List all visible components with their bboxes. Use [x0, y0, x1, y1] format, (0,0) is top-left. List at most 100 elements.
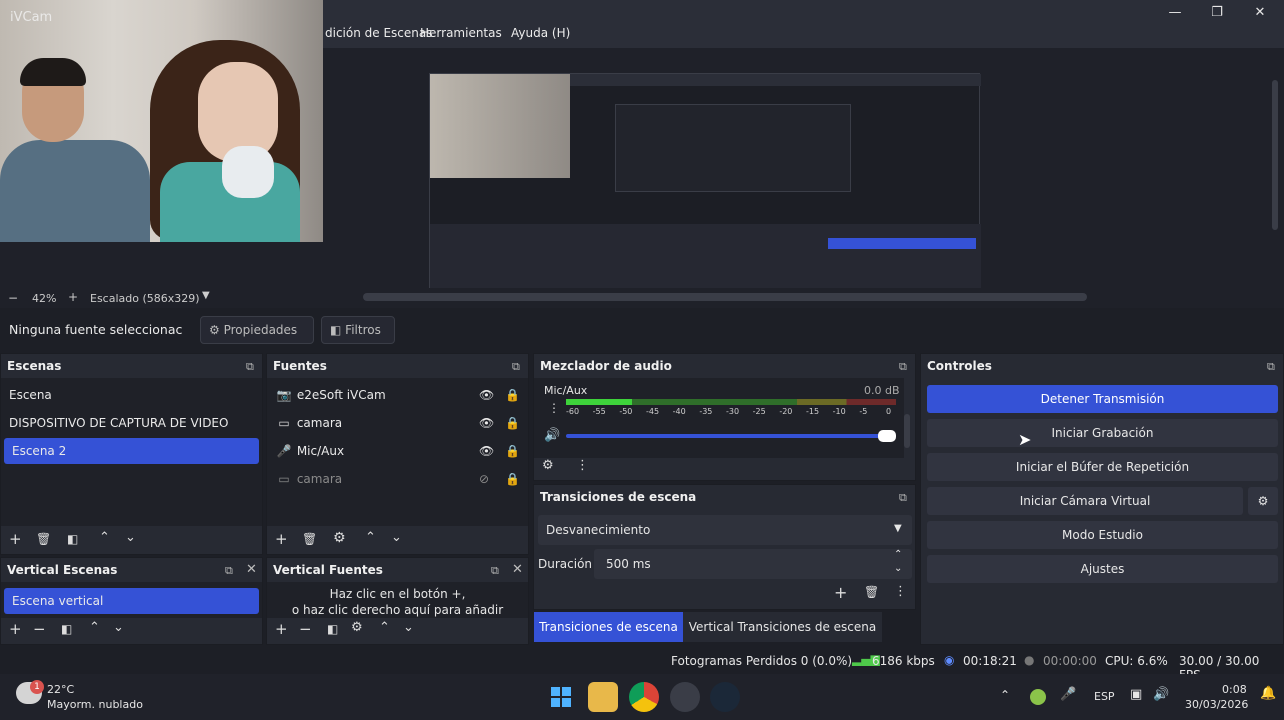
restore-icon[interactable]: ❐ — [1206, 4, 1228, 22]
undock-icon[interactable]: ⧉ — [225, 564, 233, 578]
start-recording-button[interactable]: Iniciar Grabación — [927, 419, 1278, 447]
speaker-icon[interactable]: 🔊 — [544, 428, 560, 443]
mixer-menu-icon[interactable]: ⋮ — [576, 458, 589, 473]
add-scene-icon[interactable]: + — [9, 530, 22, 548]
studio-mode-button[interactable]: Modo Estudio — [927, 521, 1278, 549]
stop-streaming-button[interactable]: Detener Transmisión — [927, 385, 1278, 413]
channel-menu-icon[interactable]: ⋮ — [548, 401, 560, 415]
clock-date[interactable]: 30/03/2026 — [1185, 698, 1248, 711]
gear-icon[interactable]: ⚙ — [351, 620, 363, 635]
properties-button[interactable]: ⚙ Propiedades — [200, 316, 314, 344]
scale-dropdown-icon[interactable]: ▼ — [202, 290, 210, 301]
vertical-scenes-dock: Vertical Escenas ⧉ ✕ Escena vertical + −… — [0, 557, 263, 645]
undock-icon[interactable]: ⧉ — [246, 360, 254, 374]
filters-icon[interactable]: ◧ — [327, 622, 338, 636]
filters-button[interactable]: ◧ Filtros — [321, 316, 395, 344]
tray-app-icon[interactable] — [1030, 689, 1046, 705]
move-up-icon[interactable]: ⌃ — [89, 620, 100, 635]
add-transition-icon[interactable]: + — [834, 583, 847, 602]
empty-hint-line1: Haz clic en el botón +, — [329, 587, 466, 601]
mixer-advanced-icon[interactable]: ⚙ — [542, 458, 554, 473]
vertical-scrollbar[interactable] — [1272, 80, 1278, 230]
menu-scene-collection[interactable]: dición de Escenas — [325, 26, 432, 40]
lock-icon[interactable]: 🔒 — [505, 382, 520, 408]
move-up-icon[interactable]: ⌃ — [379, 620, 390, 635]
move-down-icon[interactable]: ⌄ — [113, 620, 124, 635]
add-icon[interactable]: + — [275, 620, 288, 638]
transition-select[interactable]: Desvanecimiento ▼ — [538, 515, 912, 545]
eye-hidden-icon[interactable]: ⊘ — [479, 466, 489, 492]
close-icon[interactable]: ✕ — [512, 562, 523, 577]
start-menu-icon[interactable] — [546, 682, 576, 712]
source-item[interactable]: 📷 e2eSoft iVCam 👁 🔒 — [267, 382, 528, 408]
scene-item[interactable]: DISPOSITIVO DE CAPTURA DE VIDEO — [1, 410, 262, 436]
language-indicator[interactable]: ESP — [1094, 690, 1115, 703]
add-source-icon[interactable]: + — [275, 530, 288, 548]
volume-slider-handle[interactable] — [878, 430, 896, 442]
undock-icon[interactable]: ⧉ — [491, 564, 499, 578]
remove-icon[interactable]: − — [33, 620, 46, 638]
obs-icon[interactable] — [670, 682, 700, 712]
volume-icon[interactable]: 🔊 — [1153, 687, 1169, 702]
remove-icon[interactable]: − — [299, 620, 312, 638]
close-icon[interactable]: ✕ — [1249, 4, 1271, 22]
source-item[interactable]: 🎤 Mic/Aux 👁 🔒 — [267, 438, 528, 464]
lock-icon[interactable]: 🔒 — [505, 410, 520, 436]
virtual-camera-button[interactable]: Iniciar Cámara Virtual — [927, 487, 1243, 515]
delete-scene-icon[interactable]: 🗑 — [36, 532, 51, 546]
network-icon[interactable]: ▣ — [1130, 687, 1142, 702]
add-icon[interactable]: + — [9, 620, 22, 638]
file-explorer-icon[interactable] — [588, 682, 618, 712]
microphone-icon[interactable]: 🎤 — [1060, 687, 1076, 702]
chevron-up-icon[interactable]: ⌃ — [1000, 688, 1010, 702]
duration-spinbox[interactable]: 500 ms ⌃ ⌄ — [594, 549, 912, 579]
move-down-icon[interactable]: ⌄ — [403, 620, 414, 635]
zoom-in-icon[interactable]: + — [68, 290, 78, 304]
move-up-icon[interactable]: ⌃ — [365, 530, 376, 545]
scene-filters-icon[interactable]: ◧ — [67, 532, 78, 546]
undock-icon[interactable]: ⧉ — [1267, 360, 1275, 374]
menu-help[interactable]: Ayuda (H) — [511, 26, 570, 40]
transition-menu-icon[interactable]: ⋮ — [894, 584, 907, 599]
undock-icon[interactable]: ⧉ — [899, 360, 907, 374]
lock-icon[interactable]: 🔒 — [505, 438, 520, 464]
notifications-icon[interactable]: 🔔 — [1260, 686, 1276, 701]
filters-icon[interactable]: ◧ — [61, 622, 72, 636]
source-properties-icon[interactable]: ⚙ — [333, 530, 346, 546]
minimize-icon[interactable]: — — [1164, 4, 1186, 22]
vertical-scene-item[interactable]: Escena vertical — [4, 588, 259, 614]
move-down-icon[interactable]: ⌄ — [391, 530, 402, 545]
source-item[interactable]: ▭ camara 👁 🔒 — [267, 410, 528, 436]
meter-tick-label: -10 — [832, 407, 846, 416]
delete-transition-icon[interactable]: 🗑 — [864, 585, 879, 599]
virtual-camera-settings-button[interactable]: ⚙ — [1248, 487, 1278, 515]
close-icon[interactable]: ✕ — [246, 562, 257, 577]
tab-transitions[interactable]: Transiciones de escena — [534, 612, 683, 642]
eye-icon[interactable]: 👁 — [479, 438, 494, 464]
undock-icon[interactable]: ⧉ — [899, 491, 907, 505]
replay-buffer-button[interactable]: Iniciar el Búfer de Repetición — [927, 453, 1278, 481]
spin-down-icon[interactable]: ⌄ — [894, 563, 902, 574]
menu-tools[interactable]: Herramientas — [420, 26, 502, 40]
eye-icon[interactable]: 👁 — [479, 410, 494, 436]
mixer-scrollbar[interactable] — [904, 414, 910, 448]
steam-icon[interactable] — [710, 682, 740, 712]
scene-item[interactable]: Escena — [1, 382, 262, 408]
tab-vertical-transitions[interactable]: Vertical Transiciones de escena — [683, 612, 882, 642]
clock-time[interactable]: 0:08 — [1222, 683, 1247, 696]
scene-item-selected[interactable]: Escena 2 — [4, 438, 259, 464]
volume-slider[interactable] — [566, 430, 896, 442]
settings-button[interactable]: Ajustes — [927, 555, 1278, 583]
zoom-out-icon[interactable]: − — [8, 291, 18, 305]
undock-icon[interactable]: ⧉ — [512, 360, 520, 374]
chrome-icon[interactable] — [629, 682, 659, 712]
scenes-dock: Escenas ⧉ Escena DISPOSITIVO DE CAPTURA … — [0, 353, 263, 555]
spin-up-icon[interactable]: ⌃ — [894, 549, 902, 560]
move-down-icon[interactable]: ⌄ — [125, 530, 136, 545]
delete-source-icon[interactable]: 🗑 — [302, 532, 317, 546]
eye-icon[interactable]: 👁 — [479, 382, 494, 408]
source-item-hidden[interactable]: ▭ camara ⊘ 🔒 — [267, 466, 528, 492]
move-up-icon[interactable]: ⌃ — [99, 530, 110, 545]
horizontal-scrollbar[interactable] — [363, 293, 1087, 301]
lock-icon[interactable]: 🔒 — [505, 466, 520, 492]
